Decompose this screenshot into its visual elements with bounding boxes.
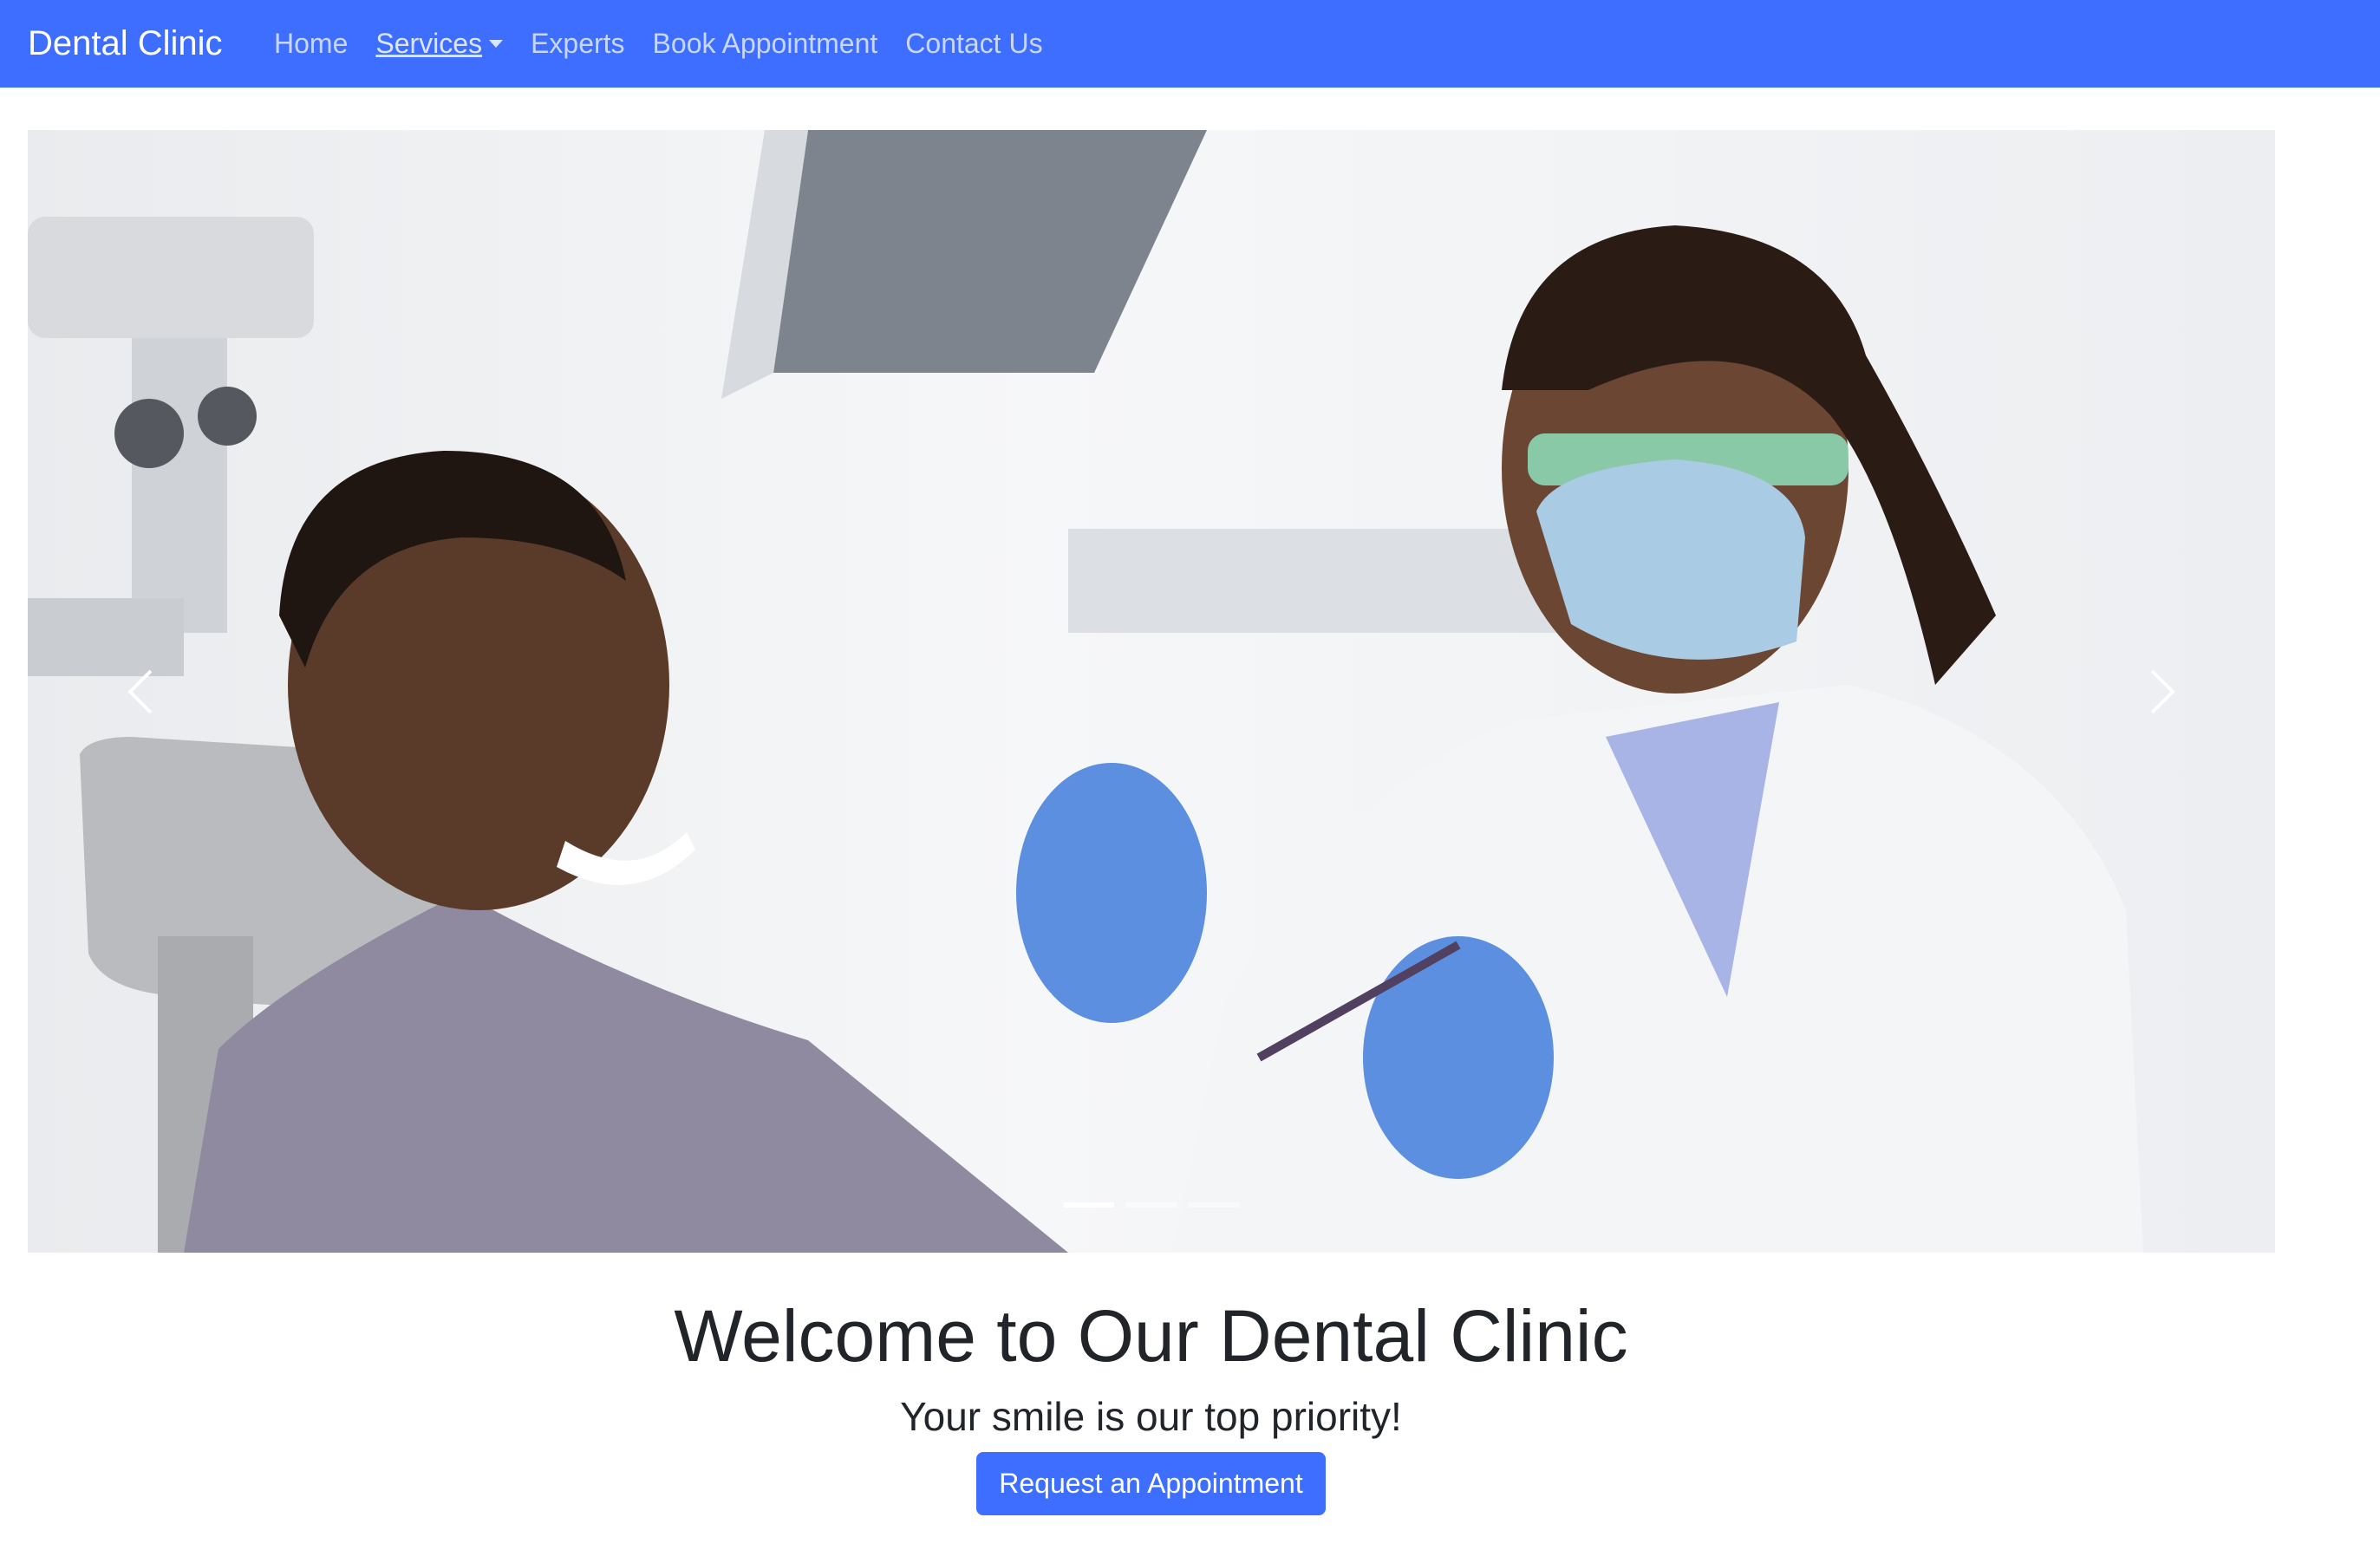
chevron-right-icon bbox=[2150, 669, 2175, 713]
nav-link-services-label: Services bbox=[375, 28, 483, 59]
nav-link-home[interactable]: Home bbox=[260, 28, 362, 60]
welcome-section: Welcome to Our Dental Clinic Your smile … bbox=[0, 1257, 2302, 1516]
welcome-title: Welcome to Our Dental Clinic bbox=[674, 1295, 1628, 1377]
hero-carousel bbox=[28, 130, 2275, 1253]
carousel-indicator-2[interactable] bbox=[1126, 1202, 1177, 1208]
nav-link-contact-us[interactable]: Contact Us bbox=[891, 28, 1056, 60]
caret-down-icon bbox=[489, 40, 504, 48]
welcome-subtitle: Your smile is our top priority! bbox=[900, 1394, 1402, 1440]
nav-link-book-appointment[interactable]: Book Appointment bbox=[639, 28, 892, 60]
carousel-indicator-1[interactable] bbox=[1064, 1202, 1114, 1208]
nav-links: Home Services Experts Book Appointment C… bbox=[260, 0, 1057, 88]
nav-link-services-dropdown[interactable]: Services bbox=[362, 28, 517, 60]
top-navbar: Dental Clinic Home Services Experts Book… bbox=[0, 0, 2380, 88]
brand-logo-link[interactable]: Dental Clinic bbox=[28, 0, 223, 88]
carousel-slide-image bbox=[28, 130, 2275, 1253]
carousel-next-button[interactable] bbox=[2050, 130, 2275, 1253]
chevron-left-icon bbox=[127, 669, 153, 713]
carousel-indicators bbox=[28, 1202, 2275, 1208]
carousel-prev-button[interactable] bbox=[28, 130, 253, 1253]
nav-link-experts[interactable]: Experts bbox=[517, 28, 638, 60]
request-appointment-button[interactable]: Request an Appointment bbox=[976, 1452, 1326, 1516]
carousel-indicator-3[interactable] bbox=[1189, 1202, 1239, 1208]
